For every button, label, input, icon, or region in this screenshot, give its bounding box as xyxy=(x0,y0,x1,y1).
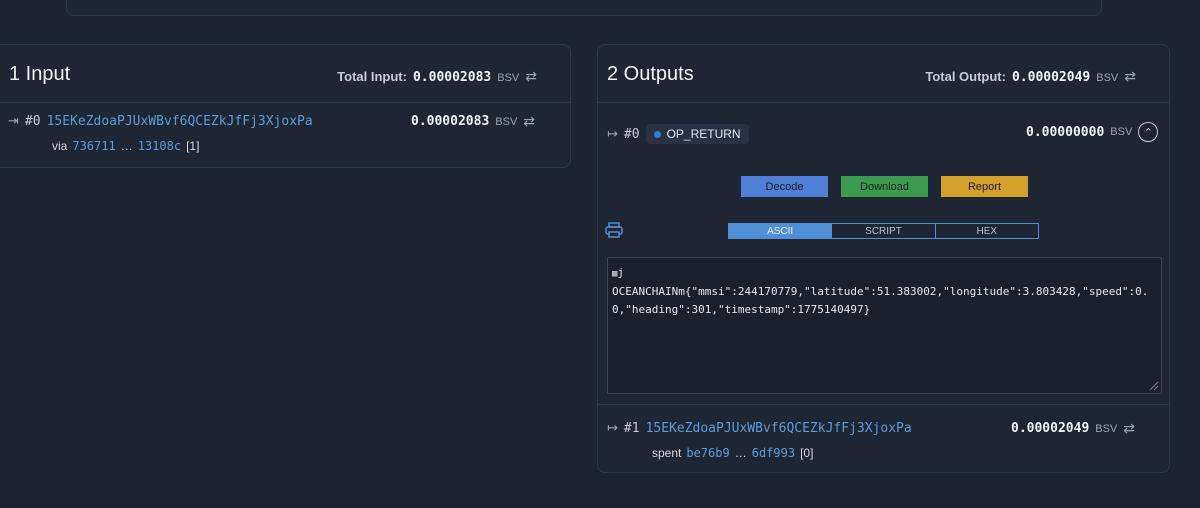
swap-arrows-icon[interactable]: ⇄ xyxy=(1123,420,1135,437)
input-amount: 0.00002083 xyxy=(411,114,490,129)
encoding-tabs: ASCII SCRIPT HEX xyxy=(728,223,1039,239)
total-input: Total Input: 0.00002083 BSV ⇄ xyxy=(337,68,537,85)
inputs-header: 1 Input Total Input: 0.00002083 BSV ⇄ xyxy=(0,45,570,103)
output-index: #1 xyxy=(623,420,640,436)
op-return-badge: OP_RETURN xyxy=(645,124,749,144)
output-unit: BSV xyxy=(1095,422,1118,435)
input-index: #0 xyxy=(24,113,41,129)
content-line: ▩j xyxy=(612,264,1157,283)
dot-icon xyxy=(653,130,661,138)
sign-out-icon: ↦ xyxy=(607,126,618,141)
spent-tx-end-link[interactable]: 6df993 xyxy=(752,446,795,460)
sign-in-icon: ⇥ xyxy=(8,113,19,128)
content-line-1: j xyxy=(617,266,625,279)
total-input-value: 0.00002083 xyxy=(412,70,492,85)
op-return-amount-group: 0.00000000 BSV ⌃ xyxy=(1026,122,1159,142)
op-return-label: OP_RETURN xyxy=(666,127,741,141)
total-input-unit: BSV xyxy=(497,72,520,84)
resize-grip-icon[interactable] xyxy=(1149,381,1159,391)
tab-script[interactable]: SCRIPT xyxy=(832,224,936,238)
sign-out-icon: ↦ xyxy=(607,420,618,435)
output-spent-row: spent be76b9 … 6df993 [0] xyxy=(652,446,813,460)
op-return-amount: 0.00000000 xyxy=(1026,124,1105,140)
outputs-header: 2 Outputs Total Output: 0.00002049 BSV ⇄ xyxy=(598,45,1169,103)
output-address-link[interactable]: 15EKeZdoaPJUxWBvf6QCEZkJfFj3XjoxPa xyxy=(646,421,912,436)
total-output: Total Output: 0.00002049 BSV ⇄ xyxy=(925,68,1136,85)
input-tx-end-link[interactable]: 13108c xyxy=(138,139,181,153)
op-return-data-textarea[interactable]: ▩j OCEANCHAINm{"mmsi":244170779,"latitud… xyxy=(607,257,1162,394)
swap-arrows-icon[interactable]: ⇄ xyxy=(525,68,537,85)
total-output-unit: BSV xyxy=(1096,72,1119,84)
swap-arrows-icon[interactable]: ⇄ xyxy=(1124,68,1136,85)
tab-ascii[interactable]: ASCII xyxy=(729,224,833,238)
output-amount: 0.00002049 xyxy=(1011,421,1090,436)
output-vout: [0] xyxy=(800,446,814,460)
input-unit: BSV xyxy=(495,115,518,128)
content-line-3: 0,"heading":301,"timestamp":1775140497} xyxy=(612,303,871,316)
printer-icon[interactable] xyxy=(605,222,623,238)
output-op-return-row: ↦ #0 OP_RETURN xyxy=(607,124,749,144)
ellipsis: … xyxy=(120,139,133,153)
report-button[interactable]: Report xyxy=(941,176,1028,197)
input-vout: [1] xyxy=(186,139,200,153)
content-line-2: OCEANCHAINm{"mmsi":244170779,"latitude":… xyxy=(612,285,1149,298)
chevron-up-icon[interactable]: ⌃ xyxy=(1138,122,1159,142)
spent-tx-start-link[interactable]: be76b9 xyxy=(686,446,729,460)
decode-button[interactable]: Decode xyxy=(741,176,828,197)
input-address-link[interactable]: 15EKeZdoaPJUxWBvf6QCEZkJfFj3XjoxPa xyxy=(47,114,313,129)
download-button[interactable]: Download xyxy=(841,176,928,197)
output-index: #0 xyxy=(623,126,640,142)
output-divider xyxy=(597,404,1170,405)
tab-hex[interactable]: HEX xyxy=(936,224,1038,238)
swap-arrows-icon[interactable]: ⇄ xyxy=(523,113,535,130)
input-amount-group: 0.00002083 BSV ⇄ xyxy=(411,113,535,130)
input-tx-start-link[interactable]: 736711 xyxy=(72,139,115,153)
total-input-label: Total Input: xyxy=(337,69,407,84)
input-row: ⇥ #0 15EKeZdoaPJUxWBvf6QCEZkJfFj3XjoxPa xyxy=(8,113,313,129)
total-output-value: 0.00002049 xyxy=(1011,70,1091,85)
output-row: ↦ #1 15EKeZdoaPJUxWBvf6QCEZkJfFj3XjoxPa xyxy=(607,420,912,436)
output-amount-group: 0.00002049 BSV ⇄ xyxy=(1011,420,1135,437)
total-output-label: Total Output: xyxy=(925,69,1006,84)
via-label: via xyxy=(52,139,68,153)
outputs-title: 2 Outputs xyxy=(607,63,694,85)
input-via-row: via 736711 … 13108c [1] xyxy=(52,139,199,153)
inputs-title: 1 Input xyxy=(9,63,71,85)
op-return-unit: BSV xyxy=(1110,126,1133,138)
ellipsis: … xyxy=(734,446,747,460)
spent-label: spent xyxy=(652,446,682,460)
previous-section-card xyxy=(66,0,1102,16)
